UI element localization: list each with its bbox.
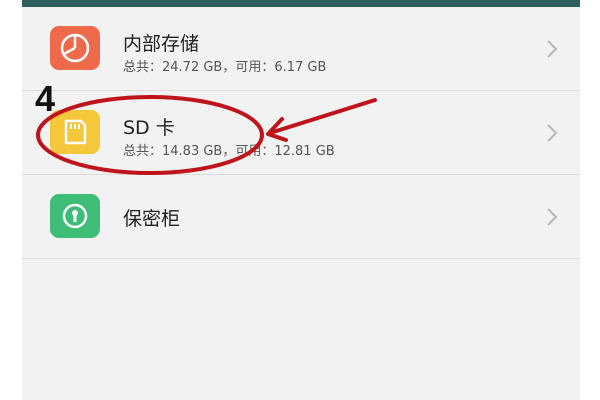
storage-item-capacity: 总共：14.83 GB，可用：12.81 GB [123, 144, 335, 159]
storage-item-sd-card[interactable]: SD 卡 总共：14.83 GB，可用：12.81 GB [22, 91, 580, 175]
storage-screen: 内部存储 总共：24.72 GB，可用：6.17 GB SD 卡 总共：14.8… [22, 0, 580, 400]
storage-item-label: SD 卡 [123, 117, 175, 139]
sd-card-icon [50, 110, 100, 154]
chevron-right-icon [542, 38, 562, 60]
annotation-step-number: 4 [35, 78, 56, 119]
storage-item-capacity: 总共：24.72 GB，可用：6.17 GB [123, 60, 327, 75]
storage-item-label: 内部存储 [123, 33, 200, 55]
storage-list: 内部存储 总共：24.72 GB，可用：6.17 GB SD 卡 总共：14.8… [22, 7, 580, 259]
storage-item-label: 保密柜 [123, 208, 181, 230]
storage-item-safe[interactable]: 保密柜 [22, 175, 580, 259]
storage-item-internal[interactable]: 内部存储 总共：24.72 GB，可用：6.17 GB [22, 7, 580, 91]
pie-chart-icon [50, 26, 100, 70]
top-bar [22, 0, 580, 7]
chevron-right-icon [542, 122, 562, 144]
chevron-right-icon [542, 206, 562, 228]
lock-safe-icon [50, 194, 100, 238]
